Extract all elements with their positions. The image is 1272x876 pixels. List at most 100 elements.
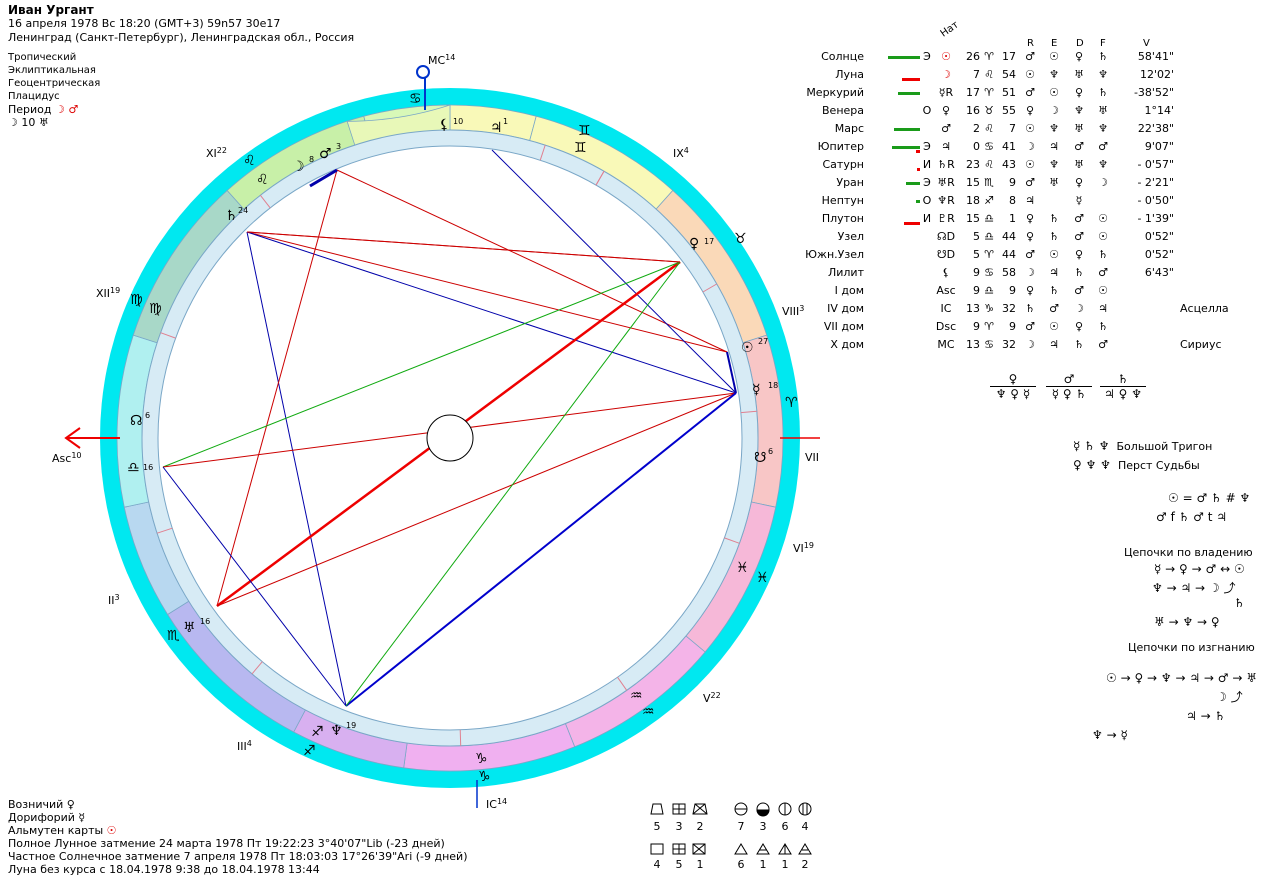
mc-marker [416, 65, 430, 79]
detriment-d: ♀ [1074, 176, 1084, 189]
svg-text:17: 17 [704, 237, 714, 246]
planet-sign: ♑ [984, 302, 994, 315]
planet-sign: ♉ [984, 104, 994, 117]
fall-f: ♆ [1098, 68, 1108, 81]
hdr-e: E [1051, 38, 1058, 49]
ruler-r: ☽ [1025, 140, 1035, 153]
planet-sign: ♈ [984, 320, 994, 333]
hdr-nat: Нат [938, 19, 961, 40]
svg-text:16: 16 [143, 463, 153, 472]
svg-text:18: 18 [768, 381, 778, 390]
almuten-label: Альмутен карты [8, 824, 104, 837]
ruler-r: ♂ [1025, 86, 1035, 99]
planet-row: Уран Э ♅R 15 ♏ 9 ♂ ♅ ♀ ☽ - 2'21" [800, 176, 1270, 194]
planet-degree: 16 [966, 104, 980, 117]
planet-sign: ♈ [984, 86, 994, 99]
planet-sign: ♋ [984, 266, 994, 279]
planet-degree: 15 [966, 212, 980, 225]
stat-val: 1 [760, 858, 767, 871]
ruler-r: ♂ [1025, 176, 1035, 189]
planet-sign: ♋ [984, 338, 994, 351]
svg-text:6: 6 [768, 447, 773, 456]
speed-v: 22'38" [1137, 122, 1174, 135]
fall-f: ☽ [1098, 176, 1108, 189]
fall-f: ♄ [1098, 86, 1108, 99]
svg-text:♌: ♌ [256, 172, 269, 188]
config-2-label: Перст Судьбы [1117, 459, 1200, 472]
detriment-d: ♆ [1074, 104, 1084, 117]
house-label-vii: VII10 [805, 450, 820, 464]
svg-text:♅: ♅ [183, 620, 196, 636]
dorif-symbol: ☿ [78, 811, 86, 824]
fall-f: ☉ [1098, 230, 1108, 243]
svg-text:♐: ♐ [311, 724, 324, 740]
stat-val: 5 [654, 820, 661, 833]
speed-v: - 0'57" [1137, 158, 1174, 171]
house-label-ii: II3 [108, 593, 120, 607]
svg-text:♎: ♎ [127, 460, 140, 476]
strength-bar [888, 56, 920, 59]
svg-text:♍: ♍ [130, 292, 143, 308]
stat-val: 5 [676, 858, 683, 871]
svg-text:♈: ♈ [785, 395, 798, 411]
detriment-d: ♅ [1074, 158, 1084, 171]
planet-minute: 44 [1002, 248, 1016, 261]
svg-text:♂: ♂ [319, 146, 332, 162]
speed-v: 58'41" [1137, 50, 1174, 63]
planet-row: X дом MC 13 ♋ 32 ☽ ♃ ♄ ♂ Сириус [800, 338, 1270, 356]
speed-v: 0'52" [1144, 248, 1174, 261]
exalt-e: ♄ [1049, 212, 1059, 225]
stat-val: 4 [654, 858, 661, 871]
ruler-r: ♂ [1025, 50, 1035, 63]
speed-v: - 1'39" [1137, 212, 1174, 225]
ruler-r: ☉ [1025, 68, 1035, 81]
planet-name: Нептун [821, 194, 864, 207]
chains-exile: Цепочки по изгнанию ☉ → ♀ → ♆ → ♃ → ♂ → … [1092, 641, 1257, 742]
planet-minute: 32 [1002, 338, 1016, 351]
planet-name: Луна [835, 68, 864, 81]
planet-name: Лилит [827, 266, 864, 279]
ruler-r: ☉ [1025, 122, 1035, 135]
planet-minute: 43 [1002, 158, 1016, 171]
planet-minute: 54 [1002, 68, 1016, 81]
planet-minute: 17 [1002, 50, 1016, 63]
svg-text:♒: ♒ [642, 704, 655, 720]
planet-name: Уран [836, 176, 864, 189]
element-icon-4 [798, 802, 812, 816]
svg-text:☽: ☽ [292, 159, 305, 175]
planet-row: Солнце Э ☉ 26 ♈ 17 ♂ ☉ ♀ ♄ 58'41" [800, 50, 1270, 68]
vozn-label: Возничий [8, 798, 64, 811]
planet-name: I дом [834, 284, 864, 297]
svg-text:♑: ♑ [475, 751, 488, 767]
svg-text:♆: ♆ [330, 723, 343, 739]
planet-degree: 13 [966, 338, 980, 351]
svg-text:1: 1 [503, 117, 508, 126]
speed-v: -38'52" [1133, 86, 1174, 99]
chain-own-1: ☿ → ♀ → ♂ ↔ ☉ [1154, 562, 1245, 576]
strength-bar [906, 182, 920, 185]
planet-symbol: Asc [936, 284, 956, 297]
hdr-r: R [1027, 38, 1034, 49]
svg-text:♐: ♐ [303, 743, 316, 759]
chain-exile-3: ♃ → ♄ [1186, 709, 1226, 723]
planet-symbol: ⚸ [941, 266, 951, 279]
svg-text:16: 16 [200, 617, 210, 626]
bottom-info: Возничий ♀ Дорифорий ☿ Альмутен карты ☉ … [8, 798, 468, 876]
planet-sign: ♐ [984, 194, 994, 207]
planet-degree: 2 [973, 122, 980, 135]
detriment-d: ♂ [1074, 230, 1084, 243]
svg-text:♋: ♋ [409, 91, 422, 107]
house-label-xi: XI22 [206, 146, 227, 160]
planet-symbol: ♅R [937, 176, 955, 189]
chains-ownership: Цепочки по владению ☿ → ♀ → ♂ ↔ ☉ ♆ → ♃ … [1124, 546, 1253, 629]
ruler-r: ☽ [1025, 338, 1035, 351]
svg-text:♃: ♃ [490, 120, 503, 136]
fall-f: ♆ [1098, 122, 1108, 135]
planet-row: Лилит ⚸ 9 ♋ 58 ☽ ♃ ♄ ♂ 6'43" [800, 266, 1270, 284]
planet-name: Марс [834, 122, 864, 135]
planet-minute: 9 [1009, 320, 1016, 333]
exalt-e: ☽ [1049, 104, 1059, 117]
planet-row: Плутон И ♇R 15 ♎ 1 ♀ ♄ ♂ ☉ - 1'39" [800, 212, 1270, 230]
detriment-d: ♂ [1074, 212, 1084, 225]
planet-degree: 5 [973, 230, 980, 243]
